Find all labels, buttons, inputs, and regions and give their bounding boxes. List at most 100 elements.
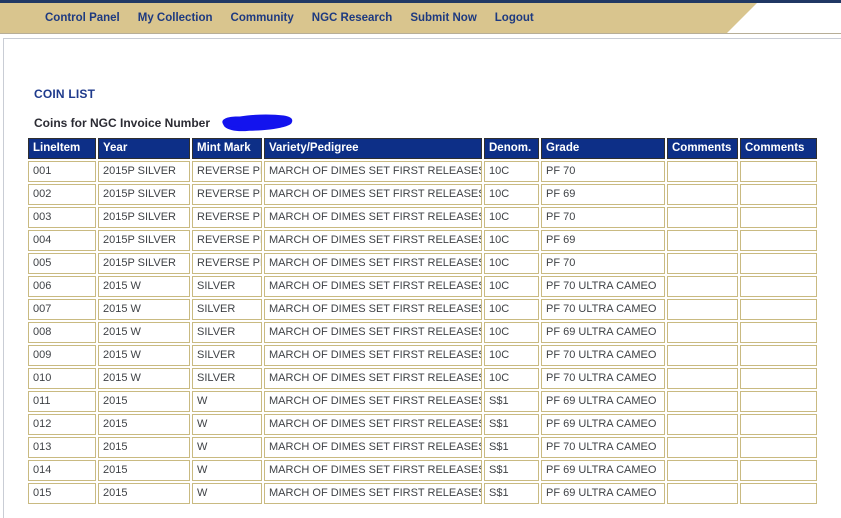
cell-variety-pedigree: MARCH OF DIMES SET FIRST RELEASES bbox=[264, 414, 482, 435]
nav-link-logout[interactable]: Logout bbox=[495, 12, 534, 24]
table-row: 0052015P SILVERREVERSE PFMARCH OF DIMES … bbox=[28, 253, 817, 274]
cell-grade: PF 69 bbox=[541, 230, 665, 251]
cell-denom: S$1 bbox=[484, 437, 539, 458]
table-row: 0092015 WSILVERMARCH OF DIMES SET FIRST … bbox=[28, 345, 817, 366]
cell-comments-2 bbox=[740, 391, 817, 412]
cell-comments-2 bbox=[740, 437, 817, 458]
nav-link-ngc-research[interactable]: NGC Research bbox=[312, 12, 393, 24]
cell-variety-pedigree: MARCH OF DIMES SET FIRST RELEASES bbox=[264, 345, 482, 366]
cell-mintmark: SILVER bbox=[192, 322, 262, 343]
cell-comments-2 bbox=[740, 345, 817, 366]
cell-mintmark: SILVER bbox=[192, 345, 262, 366]
cell-denom: S$1 bbox=[484, 391, 539, 412]
main-nav: Control Panel My Collection Community NG… bbox=[0, 3, 841, 33]
cell-comments-1 bbox=[667, 414, 738, 435]
cell-mintmark: REVERSE PF bbox=[192, 161, 262, 182]
nav-link-community[interactable]: Community bbox=[231, 12, 294, 24]
cell-mintmark: W bbox=[192, 391, 262, 412]
cell-lineitem: 013 bbox=[28, 437, 96, 458]
nav-link-control-panel[interactable]: Control Panel bbox=[45, 12, 120, 24]
cell-lineitem: 007 bbox=[28, 299, 96, 320]
cell-comments-1 bbox=[667, 184, 738, 205]
cell-grade: PF 70 ULTRA CAMEO bbox=[541, 276, 665, 297]
cell-variety-pedigree: MARCH OF DIMES SET FIRST RELEASES bbox=[264, 184, 482, 205]
cell-mintmark: SILVER bbox=[192, 276, 262, 297]
cell-denom: S$1 bbox=[484, 460, 539, 481]
cell-lineitem: 003 bbox=[28, 207, 96, 228]
cell-comments-1 bbox=[667, 483, 738, 504]
cell-denom: 10C bbox=[484, 161, 539, 182]
cell-variety-pedigree: MARCH OF DIMES SET FIRST RELEASES bbox=[264, 230, 482, 251]
cell-mintmark: SILVER bbox=[192, 368, 262, 389]
cell-variety-pedigree: MARCH OF DIMES SET FIRST RELEASES bbox=[264, 299, 482, 320]
content-panel: COIN LIST Coins for NGC Invoice Number L… bbox=[3, 38, 841, 518]
cell-lineitem: 004 bbox=[28, 230, 96, 251]
cell-comments-2 bbox=[740, 253, 817, 274]
cell-grade: PF 70 ULTRA CAMEO bbox=[541, 368, 665, 389]
cell-comments-1 bbox=[667, 437, 738, 458]
cell-denom: S$1 bbox=[484, 414, 539, 435]
cell-denom: 10C bbox=[484, 322, 539, 343]
cell-comments-1 bbox=[667, 368, 738, 389]
cell-comments-2 bbox=[740, 322, 817, 343]
cell-variety-pedigree: MARCH OF DIMES SET FIRST RELEASES bbox=[264, 276, 482, 297]
cell-year: 2015 bbox=[98, 483, 190, 504]
cell-mintmark: SILVER bbox=[192, 299, 262, 320]
cell-comments-2 bbox=[740, 230, 817, 251]
cell-grade: PF 69 ULTRA CAMEO bbox=[541, 460, 665, 481]
table-row: 0062015 WSILVERMARCH OF DIMES SET FIRST … bbox=[28, 276, 817, 297]
cell-year: 2015 bbox=[98, 460, 190, 481]
cell-mintmark: W bbox=[192, 437, 262, 458]
table-row: 0032015P SILVERREVERSE PFMARCH OF DIMES … bbox=[28, 207, 817, 228]
table-row: 0072015 WSILVERMARCH OF DIMES SET FIRST … bbox=[28, 299, 817, 320]
cell-grade: PF 69 ULTRA CAMEO bbox=[541, 322, 665, 343]
nav-link-my-collection[interactable]: My Collection bbox=[138, 12, 213, 24]
cell-comments-2 bbox=[740, 368, 817, 389]
table-row: 0102015 WSILVERMARCH OF DIMES SET FIRST … bbox=[28, 368, 817, 389]
cell-lineitem: 014 bbox=[28, 460, 96, 481]
cell-year: 2015P SILVER bbox=[98, 253, 190, 274]
cell-variety-pedigree: MARCH OF DIMES SET FIRST RELEASES bbox=[264, 322, 482, 343]
cell-denom: S$1 bbox=[484, 483, 539, 504]
cell-lineitem: 011 bbox=[28, 391, 96, 412]
cell-year: 2015 bbox=[98, 391, 190, 412]
cell-year: 2015 W bbox=[98, 299, 190, 320]
nav-link-submit-now[interactable]: Submit Now bbox=[410, 12, 476, 24]
cell-comments-1 bbox=[667, 460, 738, 481]
cell-comments-1 bbox=[667, 322, 738, 343]
cell-mintmark: W bbox=[192, 460, 262, 481]
cell-mintmark: W bbox=[192, 483, 262, 504]
cell-comments-1 bbox=[667, 207, 738, 228]
cell-year: 2015P SILVER bbox=[98, 207, 190, 228]
cell-variety-pedigree: MARCH OF DIMES SET FIRST RELEASES bbox=[264, 437, 482, 458]
table-row: 0152015WMARCH OF DIMES SET FIRST RELEASE… bbox=[28, 483, 817, 504]
cell-grade: PF 70 bbox=[541, 161, 665, 182]
cell-grade: PF 69 ULTRA CAMEO bbox=[541, 483, 665, 504]
cell-year: 2015P SILVER bbox=[98, 161, 190, 182]
table-row: 0112015WMARCH OF DIMES SET FIRST RELEASE… bbox=[28, 391, 817, 412]
column-header-comments-2: Comments bbox=[740, 138, 817, 159]
cell-comments-1 bbox=[667, 253, 738, 274]
nav-bar-shadow bbox=[0, 33, 841, 34]
table-row: 0132015WMARCH OF DIMES SET FIRST RELEASE… bbox=[28, 437, 817, 458]
cell-denom: 10C bbox=[484, 207, 539, 228]
cell-variety-pedigree: MARCH OF DIMES SET FIRST RELEASES bbox=[264, 368, 482, 389]
cell-mintmark: REVERSE PF bbox=[192, 207, 262, 228]
cell-comments-1 bbox=[667, 345, 738, 366]
column-header-variety-pedigree: Variety/Pedigree bbox=[264, 138, 482, 159]
cell-grade: PF 70 ULTRA CAMEO bbox=[541, 345, 665, 366]
cell-lineitem: 010 bbox=[28, 368, 96, 389]
cell-denom: 10C bbox=[484, 368, 539, 389]
column-header-lineitem: LineItem bbox=[28, 138, 96, 159]
cell-denom: 10C bbox=[484, 276, 539, 297]
cell-mintmark: REVERSE PF bbox=[192, 230, 262, 251]
cell-year: 2015 bbox=[98, 414, 190, 435]
column-header-mint-mark: Mint Mark bbox=[192, 138, 262, 159]
cell-grade: PF 69 ULTRA CAMEO bbox=[541, 391, 665, 412]
cell-year: 2015P SILVER bbox=[98, 230, 190, 251]
cell-comments-2 bbox=[740, 483, 817, 504]
table-row: 0122015WMARCH OF DIMES SET FIRST RELEASE… bbox=[28, 414, 817, 435]
cell-lineitem: 006 bbox=[28, 276, 96, 297]
cell-denom: 10C bbox=[484, 253, 539, 274]
cell-comments-2 bbox=[740, 299, 817, 320]
